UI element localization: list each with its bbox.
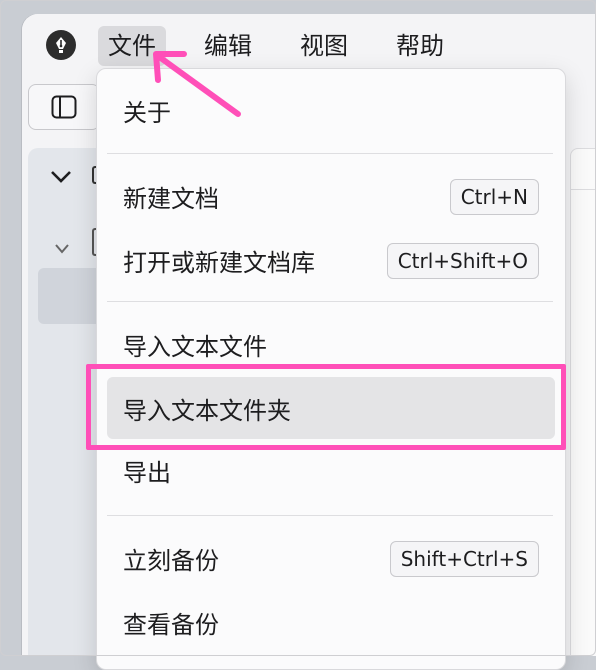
- menu-item-new-document[interactable]: 新建文档 Ctrl+N: [107, 165, 555, 227]
- menu-bar: 文件 编辑 视图 帮助: [22, 14, 596, 70]
- shortcut-badge: Ctrl+Shift+O: [386, 243, 539, 279]
- fountain-pen-icon[interactable]: [46, 30, 76, 60]
- menu-help[interactable]: 帮助: [386, 26, 454, 66]
- menu-item-open-library[interactable]: 打开或新建文档库 Ctrl+Shift+O: [107, 229, 555, 291]
- menu-view[interactable]: 视图: [290, 26, 358, 66]
- editor-panel: [570, 148, 596, 656]
- menu-item-view-backups[interactable]: 查看备份: [107, 591, 555, 653]
- shortcut-badge: Ctrl+N: [449, 179, 539, 215]
- menu-item-label: 查看备份: [123, 610, 219, 639]
- menu-item-label: 立刻备份: [123, 546, 219, 575]
- menu-item-backup-now[interactable]: 立刻备份 Shift+Ctrl+S: [107, 527, 555, 589]
- menu-separator: [107, 301, 553, 302]
- toggle-sidebar-button[interactable]: [28, 84, 100, 130]
- menu-separator: [107, 515, 553, 516]
- chevron-down-icon[interactable]: [54, 232, 70, 262]
- editor-tab-divider: [571, 189, 596, 190]
- shortcut-badge: Shift+Ctrl+S: [389, 541, 539, 577]
- menu-separator: [107, 153, 553, 154]
- menu-item-label: 导入文本文件: [123, 332, 267, 361]
- chevron-down-icon[interactable]: [50, 162, 72, 192]
- sidebar-icon: [51, 95, 77, 119]
- menu-item-label: 打开或新建文档库: [123, 248, 315, 277]
- menu-item-label: 新建文档: [123, 184, 219, 213]
- menu-item-label: 导出: [123, 458, 171, 487]
- annotation-arrow-icon: [153, 51, 241, 117]
- annotation-highlight-box: [86, 364, 566, 450]
